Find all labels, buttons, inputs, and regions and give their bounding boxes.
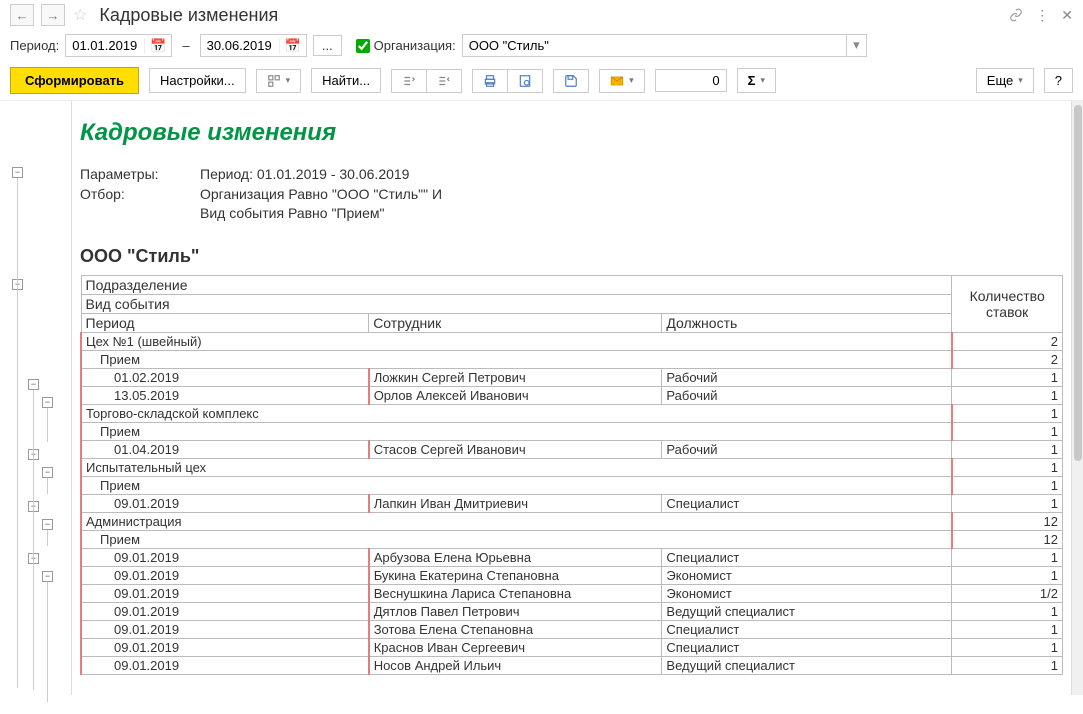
nav-back-button[interactable]: ←	[10, 4, 34, 26]
variants-button[interactable]	[256, 69, 302, 93]
calendar-icon[interactable]: 📅	[144, 38, 171, 54]
table-row[interactable]: 09.01.2019Веснушкина Лариса СтепановнаЭк…	[81, 584, 1063, 602]
expand-all-button[interactable]	[391, 69, 427, 93]
favorite-star-icon[interactable]: ☆	[73, 5, 87, 25]
collapse-toggle[interactable]: −	[12, 167, 23, 178]
sigma-button[interactable]: Σ	[737, 68, 776, 93]
settings-button[interactable]: Настройки...	[149, 68, 246, 93]
vertical-scrollbar[interactable]	[1071, 101, 1083, 695]
generate-button[interactable]: Сформировать	[10, 67, 139, 94]
table-row[interactable]: 09.01.2019Дятлов Павел ПетровичВедущий с…	[81, 602, 1063, 620]
table-row[interactable]: 13.05.2019Орлов Алексей ИвановичРабочий1	[81, 386, 1063, 404]
filter-value-1: Организация Равно "ООО "Стиль"" И	[200, 185, 442, 205]
collapse-toggle[interactable]: −	[42, 397, 53, 408]
window-header: ← → ☆ Кадровые изменения ⋮ ✕	[0, 0, 1083, 30]
dropdown-icon[interactable]: ▾	[847, 34, 867, 57]
scrollbar-thumb[interactable]	[1074, 105, 1082, 461]
table-row[interactable]: Торгово-складской комплекс1	[81, 404, 1063, 422]
report-area: −−−−−−−−−− Кадровые изменения Параметры:…	[0, 100, 1083, 695]
report-table: Подразделение Количество ставок Вид собы…	[80, 275, 1063, 675]
col-header-event: Вид события	[81, 294, 952, 313]
col-header-position: Должность	[662, 313, 952, 332]
filter-value-2: Вид события Равно "Прием"	[200, 204, 442, 224]
table-row[interactable]: 01.02.2019Ложкин Сергей ПетровичРабочий1	[81, 368, 1063, 386]
org-select[interactable]: ▾	[462, 34, 867, 57]
table-row[interactable]: 09.01.2019Зотова Елена СтепановнаСпециал…	[81, 620, 1063, 638]
period-select-button[interactable]: ...	[313, 35, 342, 56]
table-row[interactable]: Испытательный цех1	[81, 458, 1063, 476]
table-row[interactable]: 01.04.2019Стасов Сергей ИвановичРабочий1	[81, 440, 1063, 458]
more-vertical-icon[interactable]: ⋮	[1035, 7, 1049, 24]
table-row[interactable]: 09.01.2019Лапкин Иван ДмитриевичСпециали…	[81, 494, 1063, 512]
preview-button[interactable]	[507, 69, 543, 93]
collapse-toggle[interactable]: −	[42, 519, 53, 530]
collapse-toggle[interactable]: −	[42, 571, 53, 582]
params-label: Параметры:	[80, 165, 200, 185]
toolbar: Сформировать Настройки... Найти... Σ Еще…	[0, 61, 1083, 100]
close-icon[interactable]: ✕	[1061, 7, 1073, 24]
help-button[interactable]: ?	[1044, 68, 1073, 93]
print-button[interactable]	[472, 69, 508, 93]
col-header-dept: Подразделение	[81, 275, 952, 294]
save-button[interactable]	[553, 69, 589, 93]
report-params: Параметры: Период: 01.01.2019 - 30.06.20…	[80, 165, 1063, 224]
mail-button[interactable]	[599, 69, 645, 93]
table-row[interactable]: Прием2	[81, 350, 1063, 368]
params-value: Период: 01.01.2019 - 30.06.2019	[200, 165, 409, 185]
table-row[interactable]: 09.01.2019Букина Екатерина СтепановнаЭко…	[81, 566, 1063, 584]
col-header-count: Количество ставок	[952, 275, 1063, 332]
more-button[interactable]: Еще	[976, 68, 1034, 93]
report-body: Кадровые изменения Параметры: Период: 01…	[72, 101, 1071, 695]
page-title: Кадровые изменения	[99, 5, 278, 26]
collapse-toggle[interactable]: −	[42, 467, 53, 478]
org-checkbox[interactable]: Организация:	[356, 38, 456, 53]
org-label: Организация:	[374, 38, 456, 53]
report-title: Кадровые изменения	[80, 119, 1063, 147]
nav-forward-button[interactable]: →	[41, 4, 65, 26]
company-name: ООО "Стиль"	[80, 246, 1063, 267]
period-label: Период:	[10, 38, 59, 53]
col-header-employee: Сотрудник	[369, 313, 662, 332]
table-row[interactable]: Администрация12	[81, 512, 1063, 530]
link-icon[interactable]	[1009, 8, 1023, 22]
table-row[interactable]: 09.01.2019Арбузова Елена ЮрьевнаСпециали…	[81, 548, 1063, 566]
col-header-period: Период	[81, 313, 369, 332]
find-button[interactable]: Найти...	[311, 68, 381, 93]
collapse-all-button[interactable]	[426, 69, 462, 93]
date-from-input[interactable]: 📅	[65, 34, 172, 57]
date-separator: –	[178, 38, 193, 53]
table-row[interactable]: Прием1	[81, 422, 1063, 440]
outline-gutter: −−−−−−−−−−	[0, 101, 72, 695]
calendar-icon[interactable]: 📅	[279, 38, 306, 54]
table-row[interactable]: Прием1	[81, 476, 1063, 494]
filter-label: Отбор:	[80, 185, 200, 224]
filter-bar: Период: 📅 – 📅 ... Организация: ▾	[0, 30, 1083, 61]
collapse-toggle[interactable]: −	[28, 379, 39, 390]
table-row[interactable]: 09.01.2019Носов Андрей ИльичВедущий спец…	[81, 656, 1063, 674]
table-row[interactable]: Цех №1 (швейный)2	[81, 332, 1063, 350]
date-to-input[interactable]: 📅	[200, 34, 307, 57]
num-input[interactable]	[655, 69, 727, 92]
table-row[interactable]: Прием12	[81, 530, 1063, 548]
table-row[interactable]: 09.01.2019Краснов Иван СергеевичСпециали…	[81, 638, 1063, 656]
